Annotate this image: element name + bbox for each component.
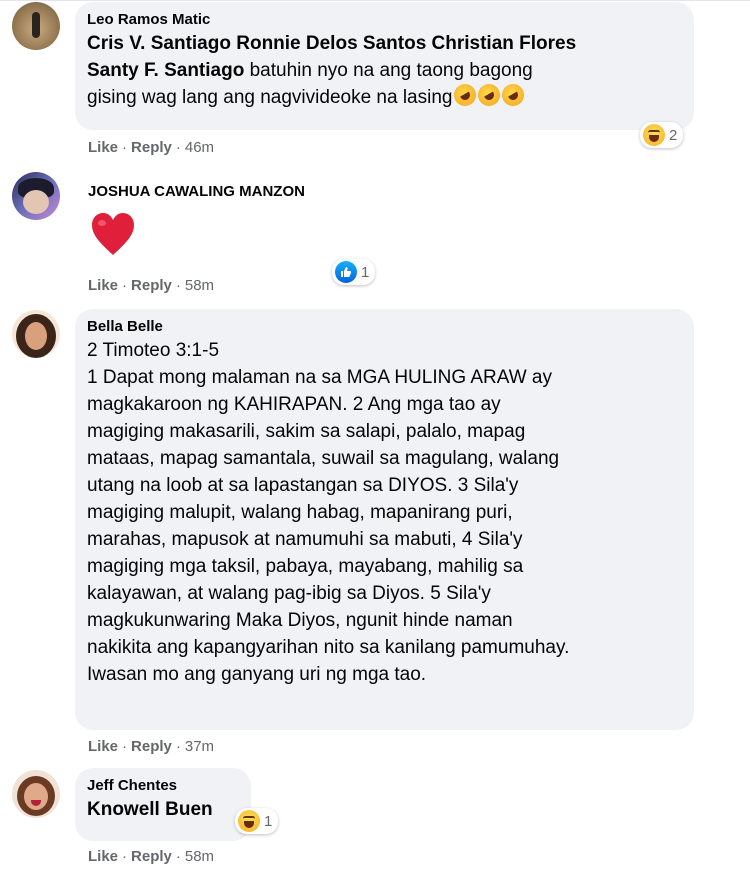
comment-line: marahas, mapusok at namumuhi sa mabuti, … bbox=[87, 529, 523, 550]
comment-author[interactable]: Jeff Chentes bbox=[87, 776, 239, 796]
comment-actions: Like · Reply · 58m bbox=[88, 276, 214, 296]
comment-author[interactable]: Bella Belle bbox=[87, 317, 682, 337]
like-link[interactable]: Like bbox=[88, 139, 118, 156]
timestamp[interactable]: 46m bbox=[185, 139, 214, 156]
haha-reaction-icon bbox=[643, 124, 665, 146]
separator: · bbox=[122, 738, 128, 755]
mention-knowell-buen[interactable]: Knowell Buen bbox=[87, 796, 239, 823]
comment-line: kalayawan, at walang pag-ibig sa Diyos. … bbox=[87, 583, 491, 604]
haha-reaction-icon bbox=[238, 810, 260, 832]
comment-actions: Like · Reply · 37m bbox=[88, 737, 214, 757]
separator: · bbox=[175, 277, 181, 294]
comment-line: magiging malupit, walang habag, mapanira… bbox=[87, 502, 513, 523]
timestamp[interactable]: 58m bbox=[185, 848, 214, 865]
reaction-count: 1 bbox=[361, 263, 370, 281]
separator: · bbox=[122, 848, 128, 865]
comment-author[interactable]: Leo Ramos Matic bbox=[87, 10, 682, 30]
reply-link[interactable]: Reply bbox=[131, 277, 172, 294]
avatar-joshua-cawaling-manzon[interactable] bbox=[12, 172, 60, 220]
reaction-count: 2 bbox=[669, 126, 678, 144]
timestamp[interactable]: 58m bbox=[185, 277, 214, 294]
reaction-summary[interactable]: 1 bbox=[235, 808, 279, 834]
comment-line: magiging makasarili, sakim sa salapi, pa… bbox=[87, 421, 526, 442]
like-link[interactable]: Like bbox=[88, 848, 118, 865]
reaction-summary[interactable]: 1 bbox=[332, 259, 376, 285]
comment-actions: Like · Reply · 58m bbox=[88, 847, 214, 867]
avatar-leo-ramos-matic[interactable] bbox=[12, 2, 60, 50]
comment-line: magkakaroon ng KAHIRAPAN. 2 Ang mga tao … bbox=[87, 394, 501, 415]
comment-line: utang na loob at sa lapastangan sa DIYOS… bbox=[87, 475, 519, 496]
top-divider bbox=[0, 0, 750, 1]
like-link[interactable]: Like bbox=[88, 738, 118, 755]
reaction-count: 1 bbox=[264, 812, 273, 830]
avatar-jeff-chentes[interactable] bbox=[12, 770, 60, 818]
avatar-bella-belle[interactable] bbox=[12, 310, 60, 358]
separator: · bbox=[175, 738, 181, 755]
comment-line: magiging mga taksil, pabaya, mayabang, m… bbox=[87, 556, 524, 577]
rolling-laughing-emoji-icon bbox=[450, 79, 481, 111]
reply-link[interactable]: Reply bbox=[131, 848, 172, 865]
reaction-summary[interactable]: 2 bbox=[640, 122, 684, 148]
separator: · bbox=[175, 848, 181, 865]
rolling-laughing-emoji-icon bbox=[498, 79, 529, 111]
comment-text: Cris V. Santiago Ronnie Delos Santos Chr… bbox=[87, 30, 682, 111]
comment-author[interactable]: JOSHUA CAWALING MANZON bbox=[88, 182, 305, 202]
separator: · bbox=[122, 139, 128, 156]
reply-link[interactable]: Reply bbox=[131, 738, 172, 755]
comment-text: 2 Timoteo 3:1-5 1 Dapat mong malaman na … bbox=[87, 337, 682, 688]
comment-text-part: gising wag lang ang nagvivideoke na lasi… bbox=[87, 87, 453, 108]
mention-santy[interactable]: Santy F. Santiago bbox=[87, 60, 244, 81]
timestamp[interactable]: 37m bbox=[185, 738, 214, 755]
comment-bubble-3: Bella Belle 2 Timoteo 3:1-5 1 Dapat mong… bbox=[75, 309, 694, 730]
mention-tags[interactable]: Cris V. Santiago Ronnie Delos Santos Chr… bbox=[87, 33, 576, 54]
separator: · bbox=[122, 277, 128, 294]
comment-line: Iwasan mo ang ganyang uri ng mga tao. bbox=[87, 664, 427, 685]
comment-actions: Like · Reply · 46m bbox=[88, 138, 214, 158]
comment-bubble-1: Leo Ramos Matic Cris V. Santiago Ronnie … bbox=[75, 2, 694, 130]
comment-bubble-4: Jeff Chentes Knowell Buen bbox=[75, 768, 251, 841]
rolling-laughing-emoji-icon bbox=[474, 79, 505, 111]
comment-line: 2 Timoteo 3:1-5 bbox=[87, 340, 220, 361]
comment-line: nakikita ang kapangyarihan nito sa kanil… bbox=[87, 637, 570, 658]
like-reaction-icon bbox=[335, 261, 357, 283]
comment-text-part: batuhin nyo na ang taong bagong bbox=[244, 60, 533, 81]
separator: · bbox=[175, 139, 181, 156]
comment-line: 1 Dapat mong malaman na sa MGA HULING AR… bbox=[87, 367, 552, 388]
reply-link[interactable]: Reply bbox=[131, 139, 172, 156]
like-link[interactable]: Like bbox=[88, 277, 118, 294]
comment-line: mataas, mapag samantala, suwail sa magul… bbox=[87, 448, 560, 469]
red-heart-emoji-icon bbox=[92, 213, 134, 255]
comment-line: magkukunwaring Maka Diyos, ngunit hinde … bbox=[87, 610, 513, 631]
